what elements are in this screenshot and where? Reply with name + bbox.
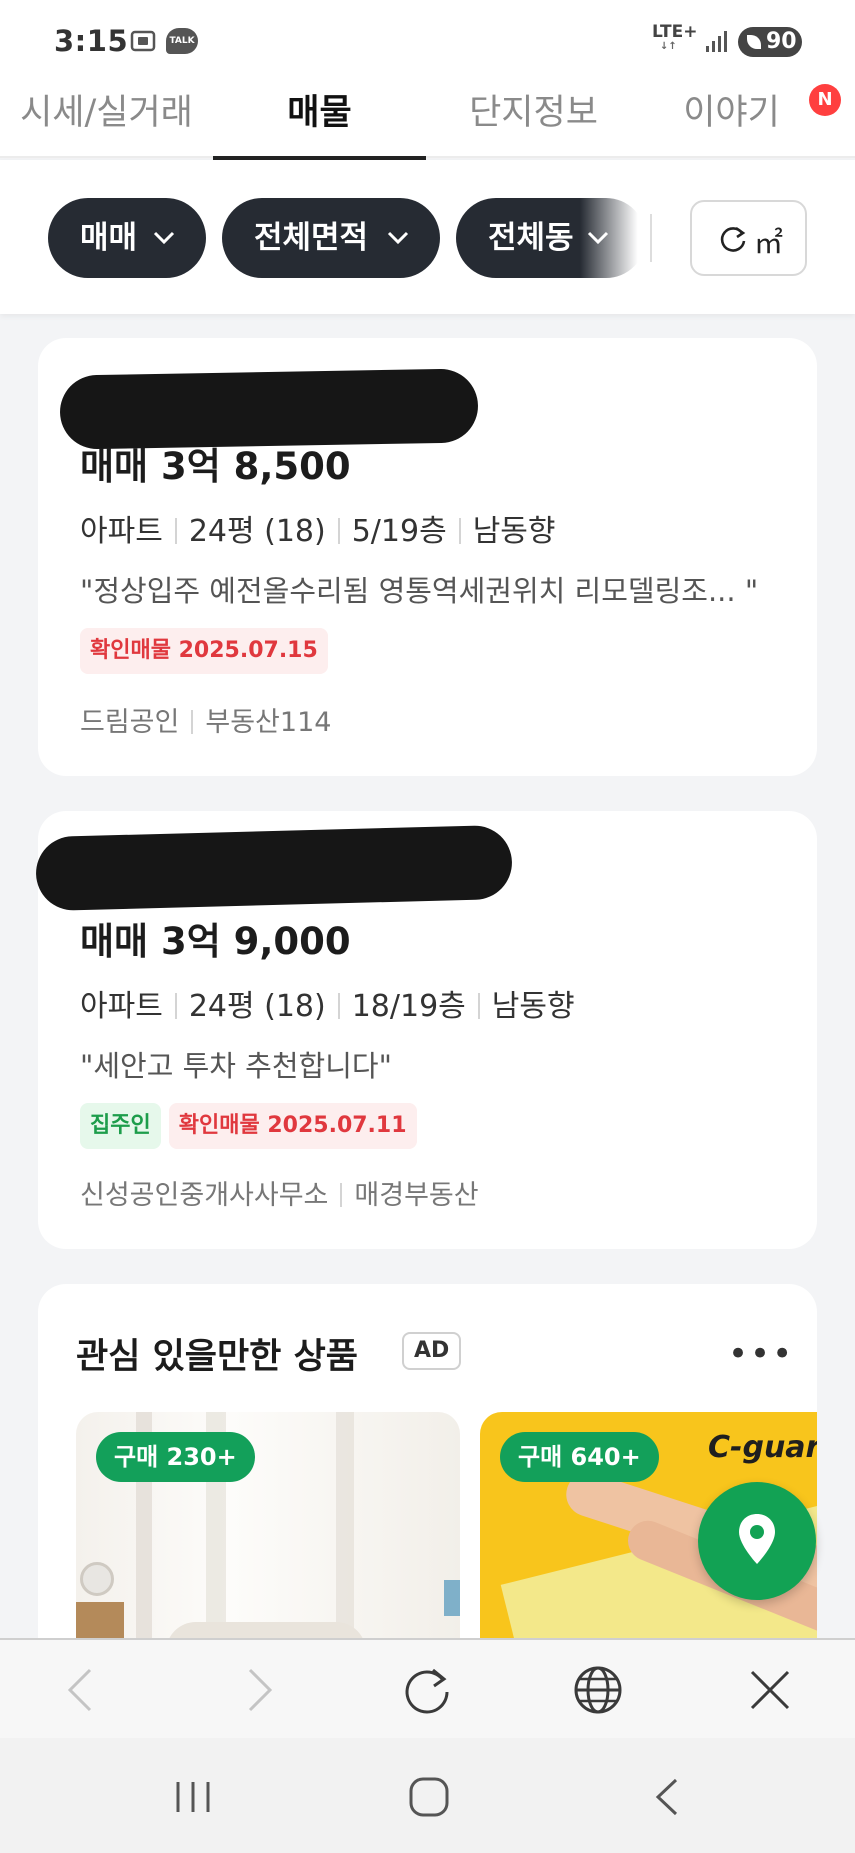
unit-label: ㎡ xyxy=(754,226,784,260)
notification-badge: N xyxy=(809,84,841,116)
brand-logo-text: C-guar xyxy=(708,1430,817,1465)
home-icon[interactable] xyxy=(404,1772,454,1822)
tab-label: 시세/실거래 xyxy=(20,93,193,133)
filter-chip-label: 전체면적 xyxy=(254,220,369,256)
listing-direction: 남동향 xyxy=(491,989,575,1024)
listing-floor: 5/19층 xyxy=(351,514,447,549)
listing-area: 24평 (18) xyxy=(188,514,326,549)
network-label: LTE+ xyxy=(652,22,698,42)
tab-price-history[interactable]: 시세/실거래 xyxy=(0,80,213,158)
listing-card[interactable]: 매매 3억 9,000 아파트 24평 (18) 18/19층 남동향 "세안고 투차… xyxy=(35,811,817,1249)
system-nav-bar xyxy=(0,1738,855,1853)
chevron-down-icon xyxy=(387,231,409,245)
close-icon[interactable] xyxy=(740,1660,800,1720)
listing-description: "세안고 투차 추천합니다" xyxy=(80,1049,392,1083)
listing-badges: 집주인 확인매물 2025.07.11 xyxy=(80,1103,425,1149)
app-screen: 3:15 TALK LTE+ ↓↑ 90 시세/실거래 매물 단지정보 이야기 … xyxy=(0,0,855,1853)
listing-type: 아파트 xyxy=(80,514,163,549)
ad-label: AD xyxy=(402,1332,462,1370)
screenshot-icon xyxy=(130,30,156,52)
map-view-button[interactable] xyxy=(698,1482,816,1600)
filter-chip-label: 전체동 xyxy=(488,220,574,256)
filter-chip-trade-type[interactable]: 매매 xyxy=(48,198,206,278)
main-tabs: 시세/실거래 매물 단지정보 이야기 N xyxy=(0,80,855,160)
agency-name: 신성공인중개사사무소 xyxy=(80,1180,329,1211)
listing-area: 24평 (18) xyxy=(188,989,326,1024)
tab-label: 단지정보 xyxy=(469,93,598,133)
chevron-down-icon xyxy=(153,231,175,245)
browser-toolbar xyxy=(0,1638,855,1738)
listing-specs: 아파트 24평 (18) 18/19층 남동향 xyxy=(80,981,575,1025)
agency-name: 드림공인 xyxy=(80,707,180,738)
tab-label: 매물 xyxy=(287,93,352,133)
power-saving-leaf-icon xyxy=(747,35,761,49)
listing-badges: 확인매물 2025.07.15 xyxy=(80,628,336,674)
status-bar: 3:15 TALK LTE+ ↓↑ 90 xyxy=(0,0,855,80)
tab-label: 이야기 xyxy=(683,93,780,133)
forward-icon[interactable] xyxy=(228,1660,288,1720)
agency-name: 매경부동산 xyxy=(354,1180,479,1211)
scroll-fade xyxy=(580,198,648,278)
agency-name: 부동산114 xyxy=(205,707,332,738)
battery-indicator: 90 xyxy=(738,27,802,57)
more-options-button[interactable]: ••• xyxy=(728,1334,794,1374)
globe-icon[interactable] xyxy=(568,1660,628,1720)
refresh-icon[interactable] xyxy=(397,1660,457,1720)
purchase-count-badge: 구매 230+ xyxy=(96,1432,255,1482)
listing-description: "정상입주 예전올수리됨 영통역세권위치 리모델링조... " xyxy=(80,574,759,608)
map-pin-icon xyxy=(739,1514,775,1564)
recent-apps-icon[interactable] xyxy=(168,1772,218,1822)
tab-complex-info[interactable]: 단지정보 xyxy=(427,80,640,158)
filter-divider xyxy=(650,214,652,262)
area-unit-toggle-button[interactable]: ㎡ xyxy=(690,200,807,276)
battery-level: 90 xyxy=(766,29,797,54)
listing-price: 매매 3억 9,000 xyxy=(80,920,351,963)
owner-badge: 집주인 xyxy=(80,1103,161,1149)
back-icon[interactable] xyxy=(52,1660,112,1720)
refresh-icon xyxy=(720,226,746,252)
status-time: 3:15 xyxy=(54,24,129,58)
tab-stories[interactable]: 이야기 N xyxy=(640,80,853,158)
filter-bar: 매매 전체면적 전체동 ㎡ xyxy=(0,160,855,314)
listing-floor: 18/19층 xyxy=(351,989,466,1024)
listing-agencies: 드림공인 부동산114 xyxy=(80,700,331,739)
purchase-count-badge: 구매 640+ xyxy=(500,1432,659,1482)
listing-price: 매매 3억 8,500 xyxy=(80,445,351,488)
filter-chip-area[interactable]: 전체면적 xyxy=(222,198,440,278)
confirmed-listing-badge: 확인매물 2025.07.15 xyxy=(80,628,328,674)
kakaotalk-icon: TALK xyxy=(166,28,198,54)
back-nav-icon[interactable] xyxy=(644,1772,694,1822)
data-arrows-icon: ↓↑ xyxy=(660,41,677,52)
confirmed-listing-badge: 확인매물 2025.07.11 xyxy=(168,1103,417,1149)
filter-chip-label: 매매 xyxy=(80,220,138,256)
listing-type: 아파트 xyxy=(80,989,163,1024)
listing-specs: 아파트 24평 (18) 5/19층 남동향 xyxy=(80,506,556,550)
redacted-title xyxy=(35,824,513,912)
listing-card[interactable]: 매매 3억 8,500 아파트 24평 (18) 5/19층 남동향 "정상입주 예전… xyxy=(38,338,817,776)
tab-listings[interactable]: 매물 xyxy=(213,80,426,160)
section-title: 관심 있을만한 상품 xyxy=(76,1337,358,1377)
listing-direction: 남동향 xyxy=(472,514,556,549)
listing-agencies: 신성공인중개사사무소 매경부동산 xyxy=(80,1173,479,1212)
network-indicator: LTE+ ↓↑ xyxy=(652,22,697,52)
signal-icon xyxy=(706,31,727,52)
